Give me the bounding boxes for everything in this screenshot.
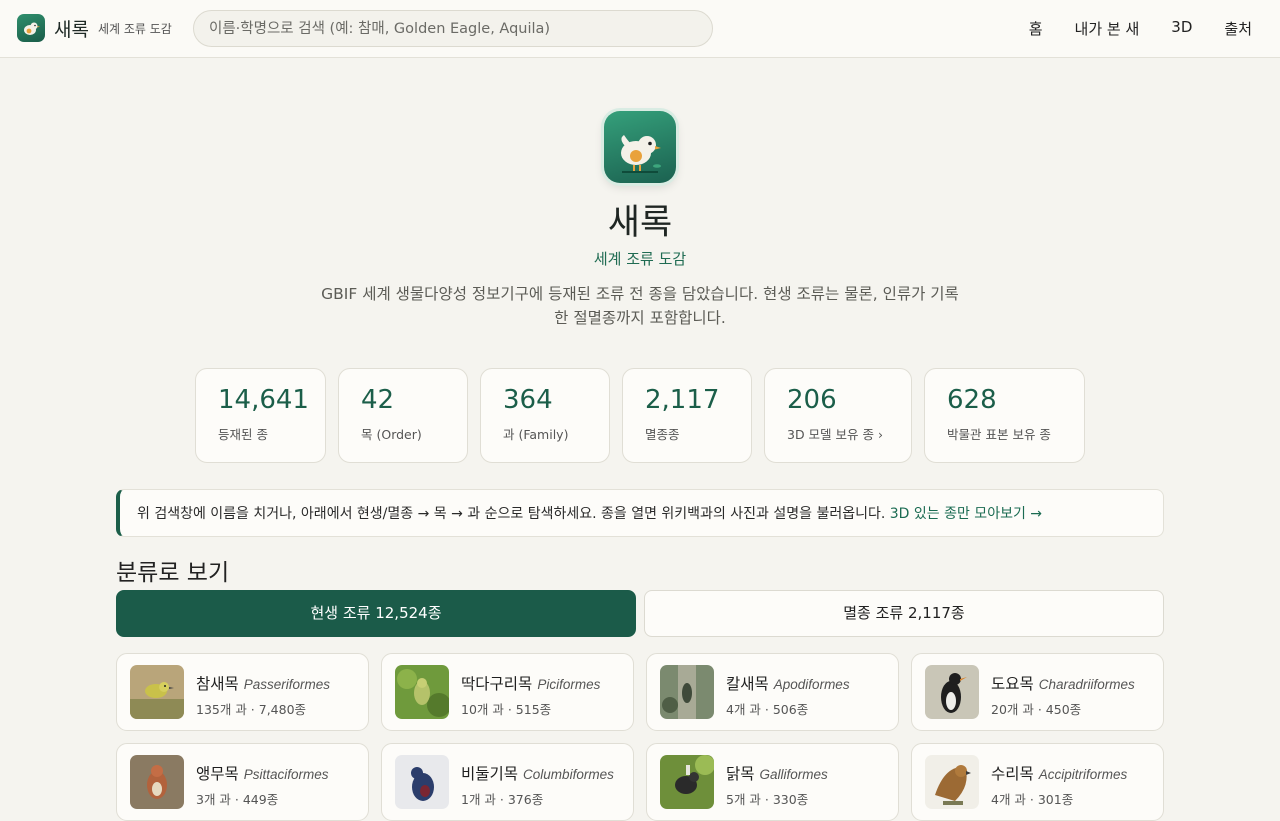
stat-museum-specimens: 628 박물관 표본 보유 종	[924, 368, 1085, 463]
hero-description: GBIF 세계 생물다양성 정보기구에 등재된 조류 전 종을 담았습니다. 현…	[321, 285, 959, 327]
nav-3d-link[interactable]: 3D	[1171, 18, 1192, 39]
order-latin-name: Psittaciformes	[243, 767, 329, 782]
brand-name: 새록	[54, 18, 89, 41]
brand[interactable]: 새록 세계 조류 도감	[17, 14, 172, 42]
order-latin-name: Accipitriformes	[1038, 767, 1128, 782]
hero-title: 새록	[607, 203, 673, 243]
bird-photo-thumbnail	[925, 665, 979, 719]
main-nav: 홈 내가 본 새 3D 출처	[997, 18, 1252, 39]
bird-logo-icon	[17, 14, 45, 42]
bird-photo-thumbnail	[395, 665, 449, 719]
stat-label: 과 (Family)	[503, 427, 569, 442]
order-card[interactable]: 앵무목 Psittaciformes 3개 과 · 449종	[116, 743, 369, 821]
stat-species: 14,641 등재된 종	[195, 368, 326, 463]
stat-label: 3D 모델 보유 종 ›	[787, 427, 883, 442]
bird-photo-thumbnail	[130, 665, 184, 719]
stat-value: 42	[361, 385, 395, 415]
nav-sources-link[interactable]: 출처	[1224, 18, 1252, 39]
order-card[interactable]: 비둘기목 Columbiformes 1개 과 · 376종	[381, 743, 634, 821]
order-name: 도요목	[991, 675, 1034, 693]
stat-value: 14,641	[218, 385, 309, 415]
order-latin-name: Passeriformes	[243, 677, 331, 692]
bird-photo-thumbnail	[395, 755, 449, 809]
bird-photo-thumbnail	[130, 755, 184, 809]
section-title: 분류로 보기	[116, 560, 230, 586]
3d-only-link[interactable]: 3D 있는 종만 모아보기 →	[890, 506, 1042, 522]
tab-extant[interactable]: 현생 조류 12,524종	[116, 590, 636, 637]
order-meta: 3개 과 · 449종	[196, 792, 279, 807]
bird-photo-thumbnail	[925, 755, 979, 809]
order-name: 칼새목	[726, 675, 769, 693]
order-latin-name: Apodiformes	[773, 677, 850, 692]
nav-my-birds-link[interactable]: 내가 본 새	[1075, 18, 1140, 39]
order-card[interactable]: 딱다구리목 Piciformes 10개 과 · 515종	[381, 653, 634, 731]
order-card[interactable]: 닭목 Galliformes 5개 과 · 330종	[646, 743, 899, 821]
order-name: 참새목	[196, 675, 239, 693]
order-meta: 4개 과 · 506종	[726, 702, 809, 717]
order-meta: 10개 과 · 515종	[461, 702, 552, 717]
search-input[interactable]	[193, 10, 713, 47]
order-name: 딱다구리목	[461, 675, 533, 693]
stat-value: 364	[503, 385, 553, 415]
info-callout: 위 검색창에 이름을 치거나, 아래에서 현생/멸종 → 목 → 과 순으로 탐…	[116, 489, 1164, 537]
bird-photo-thumbnail	[660, 665, 714, 719]
order-name: 앵무목	[196, 765, 239, 783]
stat-label: 등재된 종	[218, 427, 268, 442]
order-card[interactable]: 참새목 Passeriformes 135개 과 · 7,480종	[116, 653, 369, 731]
brand-subtitle: 세계 조류 도감	[97, 21, 172, 36]
order-card[interactable]: 수리목 Accipitriformes 4개 과 · 301종	[911, 743, 1164, 821]
stat-value: 206	[787, 385, 837, 415]
stat-3d-models[interactable]: 206 3D 모델 보유 종 ›	[764, 368, 912, 463]
order-card[interactable]: 도요목 Charadriiformes 20개 과 · 450종	[911, 653, 1164, 731]
order-meta: 1개 과 · 376종	[461, 792, 544, 807]
stat-extinct: 2,117 멸종종	[622, 368, 752, 463]
stat-label: 멸종종	[645, 427, 680, 442]
order-name: 비둘기목	[461, 765, 519, 783]
top-bar: 새록 세계 조류 도감 홈 내가 본 새 3D 출처	[0, 0, 1280, 58]
hero-bird-logo-icon	[604, 111, 676, 183]
bird-photo-thumbnail	[660, 755, 714, 809]
stat-label: 박물관 표본 보유 종	[947, 427, 1051, 442]
stat-orders: 42 목 (Order)	[338, 368, 468, 463]
nav-home-link[interactable]: 홈	[1029, 18, 1043, 39]
order-meta: 4개 과 · 301종	[991, 792, 1074, 807]
info-text: 위 검색창에 이름을 치거나, 아래에서 현생/멸종 → 목 → 과 순으로 탐…	[137, 506, 890, 522]
order-latin-name: Columbiformes	[523, 767, 614, 782]
order-name: 닭목	[726, 765, 755, 783]
stat-value: 2,117	[645, 385, 720, 415]
order-latin-name: Charadriiformes	[1038, 677, 1135, 692]
order-meta: 5개 과 · 330종	[726, 792, 809, 807]
stat-label: 목 (Order)	[361, 427, 422, 442]
order-name: 수리목	[991, 765, 1034, 783]
order-latin-name: Piciformes	[537, 677, 601, 692]
tab-extinct[interactable]: 멸종 조류 2,117종	[644, 590, 1164, 637]
stat-value: 628	[947, 385, 997, 415]
hero-subtitle: 세계 조류 도감	[593, 250, 687, 268]
order-card[interactable]: 칼새목 Apodiformes 4개 과 · 506종	[646, 653, 899, 731]
order-meta: 135개 과 · 7,480종	[196, 702, 307, 717]
order-meta: 20개 과 · 450종	[991, 702, 1082, 717]
order-latin-name: Galliformes	[759, 767, 828, 782]
stat-families: 364 과 (Family)	[480, 368, 610, 463]
